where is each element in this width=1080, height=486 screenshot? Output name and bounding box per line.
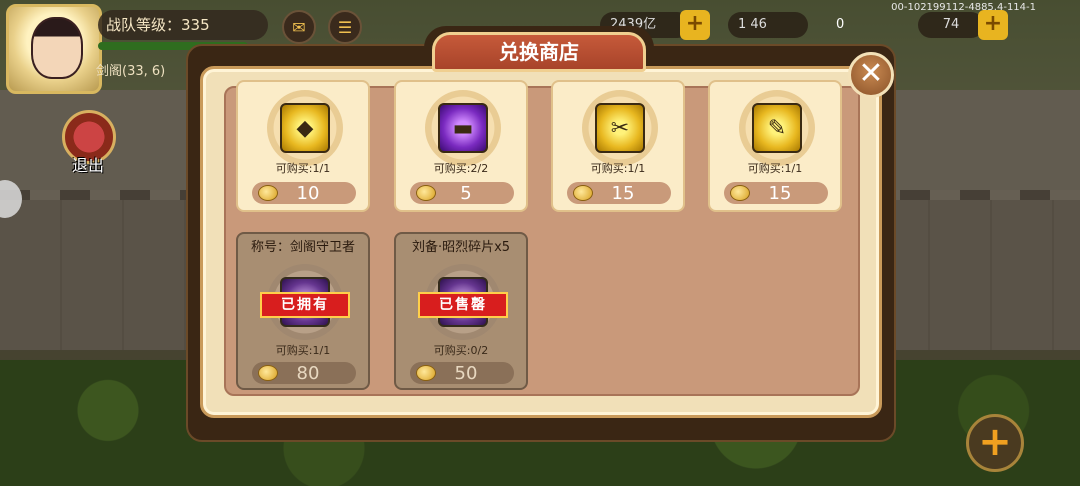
coin-icon	[416, 365, 436, 381]
add-currency-1-button[interactable]: +	[680, 10, 710, 40]
purchase-limit: 可购买:1/1	[590, 162, 646, 175]
item-icon-frame: ▬	[425, 90, 501, 166]
add-currency-4-button[interactable]: +	[978, 10, 1008, 40]
purchase-limit: 可购买:2/2	[433, 162, 489, 175]
player-avatar[interactable]	[6, 4, 102, 94]
item-name: 刘备·昭烈碎片x5	[411, 240, 511, 255]
price-tag: 15	[567, 182, 671, 204]
price-tag: 15	[724, 182, 828, 204]
coin-icon	[416, 185, 436, 201]
price-value: 80	[296, 362, 320, 384]
price-value: 15	[611, 182, 635, 204]
shop-item-card-owned[interactable]: 称号：剑阁守卫者 已拥有 可购买:1/1 80	[236, 232, 370, 390]
list-icon: ☰	[337, 17, 353, 37]
price-tag: 80	[252, 362, 356, 384]
shop-item-card[interactable]: ▬ 可购买:2/2 5	[394, 80, 528, 212]
price-tag: 5	[410, 182, 514, 204]
price-value: 15	[768, 182, 792, 204]
item-icon-frame: ✎	[739, 90, 815, 166]
menu-button[interactable]: ☰	[328, 10, 362, 44]
price-value: 10	[296, 182, 320, 204]
item-icon-frame: ✂	[582, 90, 658, 166]
price-tag: 50	[410, 362, 514, 384]
purchase-limit: 可购买:1/1	[275, 162, 331, 175]
mail-icon: ✉	[292, 17, 306, 37]
item-icon-frame: ◆	[267, 90, 343, 166]
purchase-limit: 可购买:1/1	[747, 162, 803, 175]
owned-stamp: 已拥有	[260, 292, 350, 318]
exit-label: 退出	[72, 156, 105, 175]
shop-item-card[interactable]: ◆ 可购买:1/1 10	[236, 80, 370, 212]
shop-item-card-sold-out[interactable]: 刘备·昭烈碎片x5 已售罄 可购买:0/2 50	[394, 232, 528, 390]
price-tag: 10	[252, 182, 356, 204]
mail-button[interactable]: ✉	[282, 10, 316, 44]
price-value: 50	[454, 362, 478, 384]
currency-3: 0	[836, 17, 845, 32]
close-icon: ✕	[858, 56, 884, 91]
location-text: 剑阁(33, 6)	[96, 64, 166, 79]
floating-plus-button[interactable]: +	[966, 414, 1024, 472]
plus-icon: +	[983, 11, 1003, 36]
currency-4: 74	[918, 12, 984, 38]
gold-token-icon: ◆	[280, 103, 330, 153]
team-level: 战队等级：335	[98, 10, 268, 40]
screwdriver-icon: ✎	[752, 103, 802, 153]
shop-item-card[interactable]: ✂ 可购买:1/1 15	[551, 80, 685, 212]
shop-title: 兑换商店	[432, 32, 646, 72]
coin-icon	[258, 365, 278, 381]
plus-icon: +	[978, 419, 1012, 465]
version-text: 00-102199112-4885.4-114-1	[891, 2, 1036, 13]
coin-icon	[258, 185, 278, 201]
purchase-limit: 可购买:1/1	[275, 344, 331, 357]
currency-2: 1 46	[728, 12, 808, 38]
pliers-icon: ✂	[595, 103, 645, 153]
purchase-limit: 可购买:0/2	[433, 344, 489, 357]
coin-icon	[573, 185, 593, 201]
purple-scroll-icon: ▬	[438, 103, 488, 153]
avatar-portrait	[31, 17, 83, 79]
shop-item-card[interactable]: ✎ 可购买:1/1 15	[708, 80, 842, 212]
price-value: 5	[460, 182, 472, 204]
coin-icon	[730, 185, 750, 201]
item-name: 称号：剑阁守卫者	[250, 240, 355, 255]
plus-icon: +	[685, 11, 705, 36]
close-button[interactable]: ✕	[848, 52, 894, 98]
sold-out-stamp: 已售罄	[418, 292, 508, 318]
